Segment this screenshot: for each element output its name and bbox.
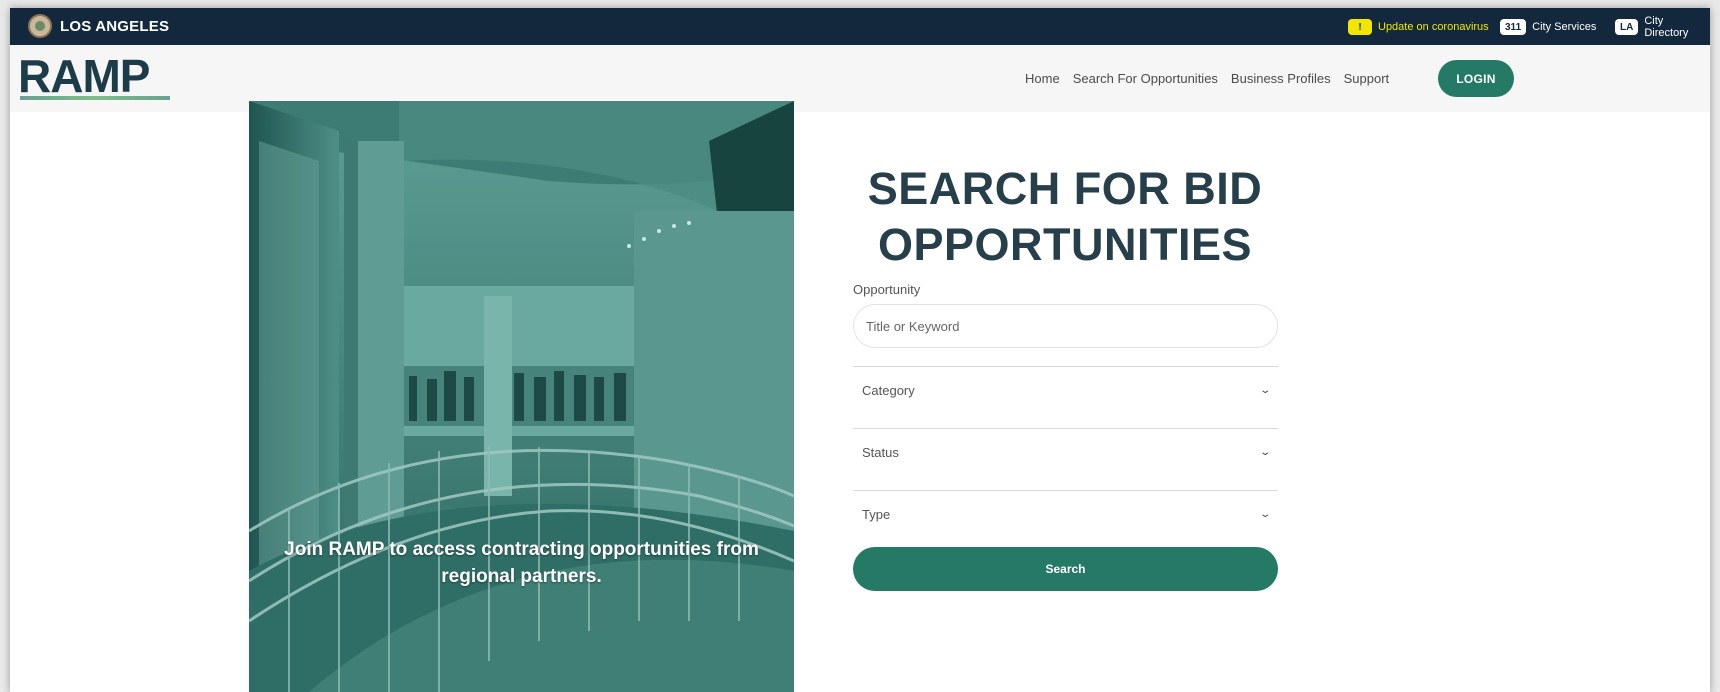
city-seal-icon[interactable] (28, 14, 52, 38)
city-directory-label: City Directory (1644, 15, 1689, 39)
page-title-line-2: OPPORTUNITIES (877, 219, 1253, 270)
hero-caption: Join RAMP to access contracting opportun… (249, 536, 794, 590)
city-directory-link[interactable]: LA City Directory (1615, 15, 1710, 39)
divider (853, 366, 1278, 367)
hero-caption-line-2: regional partners. (441, 566, 602, 587)
nav-support[interactable]: Support (1344, 71, 1390, 86)
city-services-link[interactable]: 311 City Services (1500, 17, 1596, 37)
logo-text: RAMP (18, 50, 150, 102)
city-services-label: City Services (1532, 21, 1597, 33)
library-interior-illustration (249, 101, 794, 692)
status-select-label: Status (862, 444, 899, 460)
nav-home[interactable]: Home (1025, 71, 1060, 86)
category-select[interactable]: Category ⌄ (853, 370, 1278, 410)
city-name-link[interactable]: LOS ANGELES (60, 18, 169, 35)
divider (853, 490, 1278, 491)
search-button[interactable]: Search (853, 547, 1278, 591)
logo-tagline-graphic (20, 96, 170, 100)
nav-business-profiles[interactable]: Business Profiles (1231, 71, 1331, 86)
hero-caption-line-1: Join RAMP to access contracting opportun… (284, 539, 759, 560)
page-title: SEARCH FOR BID OPPORTUNITIES (853, 161, 1277, 273)
browser-page: LOS ANGELES ! Update on coronavirus 311 … (10, 8, 1710, 692)
keyword-search-input[interactable] (853, 304, 1278, 348)
nav-search-opportunities[interactable]: Search For Opportunities (1073, 71, 1218, 86)
login-button[interactable]: LOGIN (1438, 60, 1514, 97)
divider (853, 428, 1278, 429)
coronavirus-update-label: Update on coronavirus (1378, 21, 1489, 33)
page-title-line-1: SEARCH FOR BID (867, 163, 1263, 214)
hero-image: Join RAMP to access contracting opportun… (249, 101, 794, 692)
chevron-down-icon: ⌄ (1258, 446, 1271, 458)
type-select-label: Type (862, 506, 891, 522)
opportunity-label: Opportunity (853, 282, 921, 297)
311-icon: 311 (1500, 19, 1527, 35)
la-icon: LA (1615, 19, 1639, 35)
main-nav: Home Search For Opportunities Business P… (1025, 71, 1402, 86)
coronavirus-update-link[interactable]: ! Update on coronavirus (1348, 17, 1489, 37)
chevron-down-icon: ⌄ (1258, 508, 1271, 520)
city-top-bar: LOS ANGELES ! Update on coronavirus 311 … (10, 8, 1710, 45)
status-select[interactable]: Status ⌄ (853, 432, 1278, 472)
type-select[interactable]: Type ⌄ (853, 494, 1278, 534)
ramp-logo[interactable]: RAMP (18, 50, 170, 107)
chevron-down-icon: ⌄ (1258, 384, 1271, 396)
alert-icon: ! (1348, 19, 1372, 35)
category-select-label: Category (862, 382, 915, 398)
